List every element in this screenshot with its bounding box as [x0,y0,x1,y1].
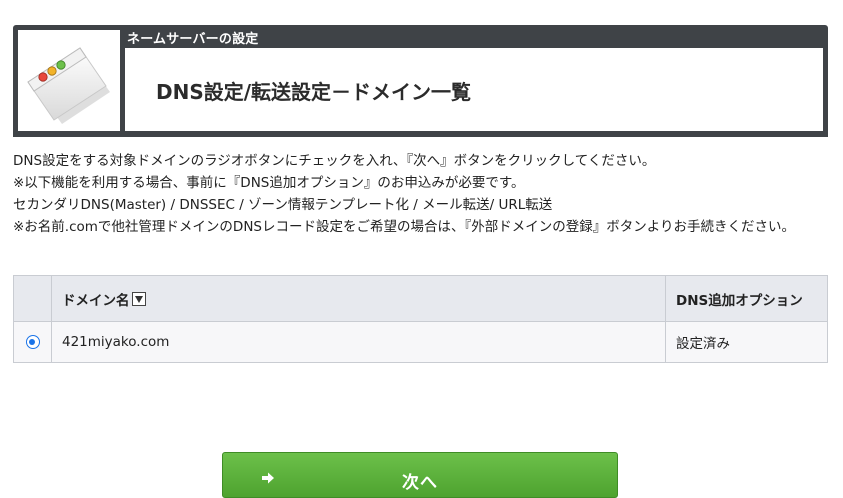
instruction-line: DNS設定をする対象ドメインのラジオボタンにチェックを入れ、『次へ』ボタンをクリ… [13,153,656,169]
table-header-row: ドメイン名 DNS追加オプション [13,275,828,322]
domain-column-header[interactable]: ドメイン名 [51,275,666,322]
app-window-icon [27,47,110,124]
instruction-line: ※お名前.comで他社管理ドメインのDNSレコード設定をご希望の場合は、『外部ド… [13,219,795,235]
instructions: DNS設定をする対象ドメインのラジオボタンにチェックを入れ、『次へ』ボタンをクリ… [13,150,831,238]
next-button[interactable]: 次へ [222,452,618,498]
domain-radio-button[interactable] [25,335,40,349]
page-header: ネームサーバーの設定 DNS設定/転送設定－ドメイン一覧 [13,25,828,137]
page-title: DNS設定/転送設定－ドメイン一覧 [156,80,472,104]
header-icon-box [18,30,120,131]
title-box: DNS設定/転送設定－ドメイン一覧 [125,48,823,131]
next-button-label: 次へ [402,473,438,493]
domain-column-label: ドメイン名 [62,292,130,309]
instruction-line: セカンダリDNS(Master) / DNSSEC / ゾーン情報テンプレート化… [13,197,553,213]
domain-table: ドメイン名 DNS追加オプション 421miyako.com 設定済み [13,275,828,363]
radio-column-header [13,275,52,322]
dns-option-column-header: DNS追加オプション [665,275,828,322]
instruction-line: ※以下機能を利用する場合、事前に『DNS追加オプション』のお申込みが必要です。 [13,175,525,191]
sort-down-icon[interactable] [131,291,146,306]
section-title: ネームサーバーの設定 [127,32,259,47]
dns-option-status-cell: 設定済み [665,321,828,363]
domain-name-cell: 421miyako.com [51,321,666,363]
radio-cell[interactable] [13,321,52,363]
table-row[interactable]: 421miyako.com 設定済み [13,321,828,363]
